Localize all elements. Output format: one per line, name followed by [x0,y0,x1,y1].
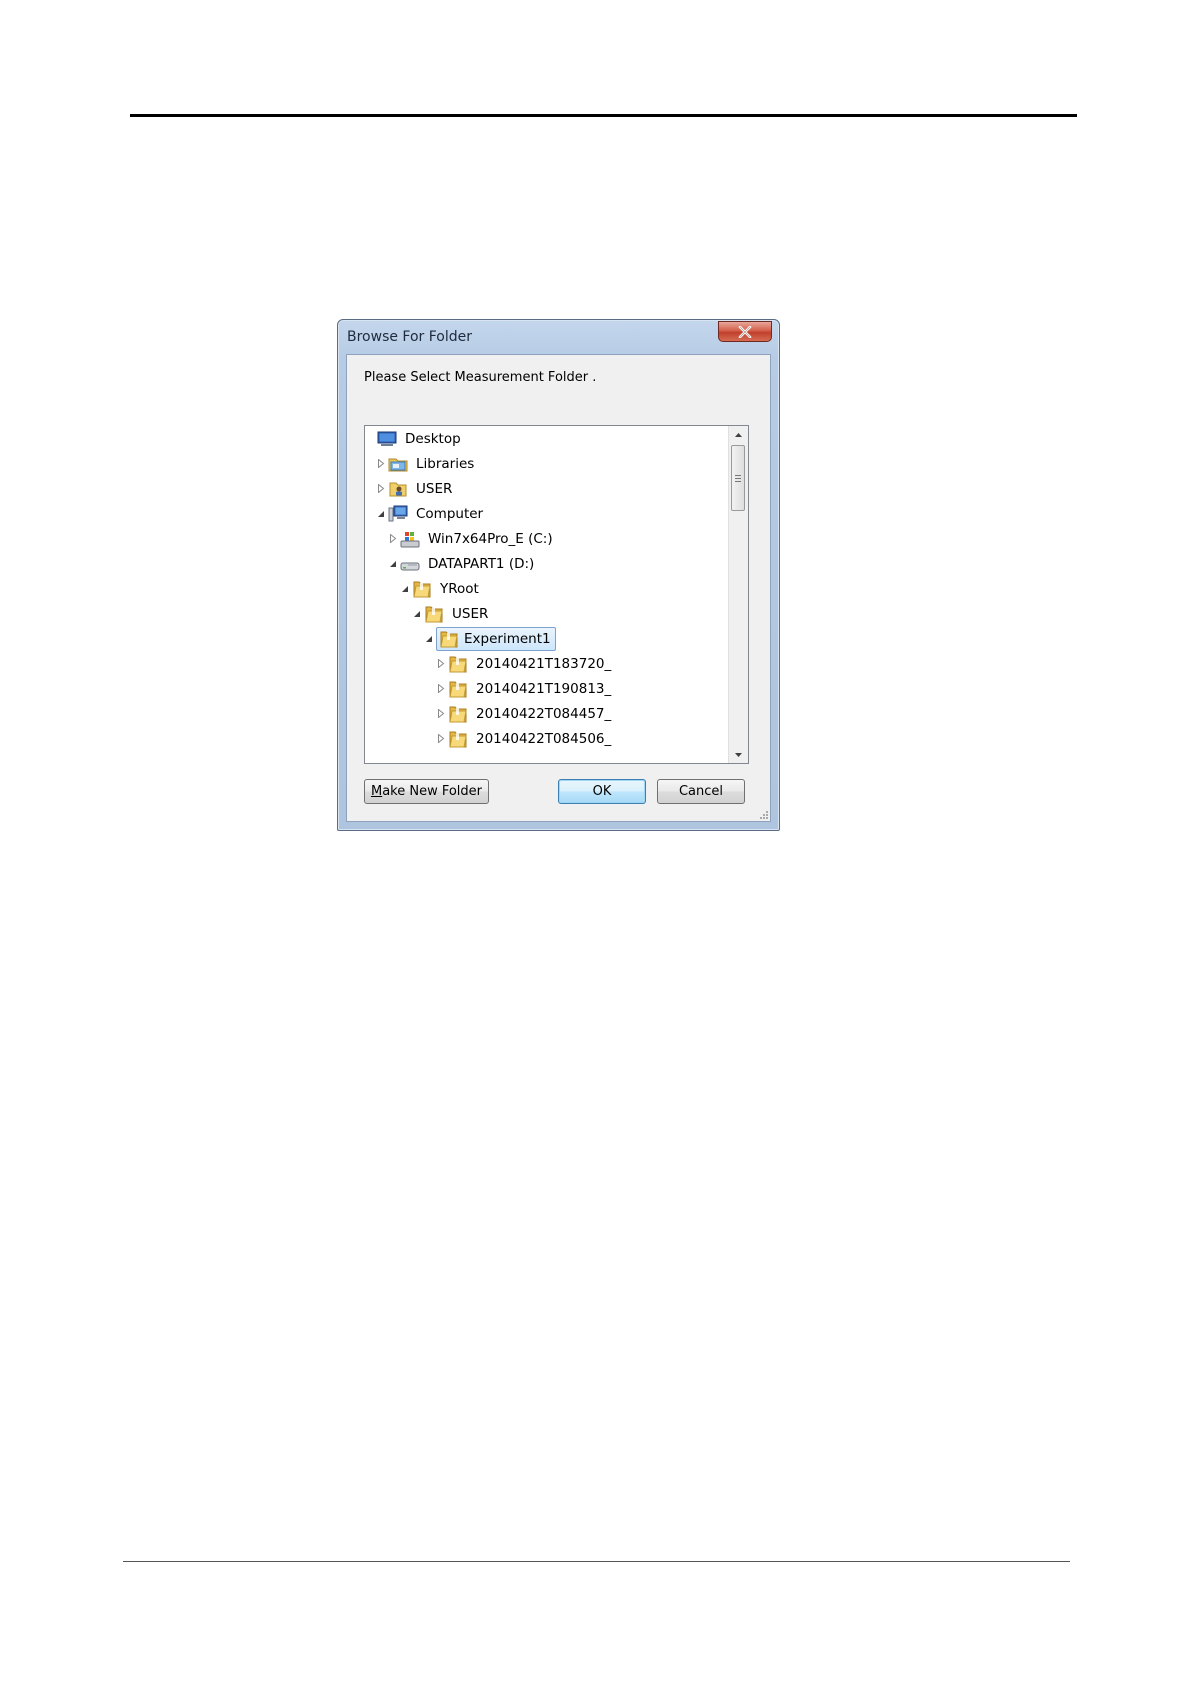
tree-node-label: USER [452,605,489,622]
close-button[interactable] [718,321,772,342]
tree-node-content[interactable]: 20140421T190813_ [448,679,614,699]
tree-node-label: 20140422T084506_ [476,730,612,747]
tree-node-label: 20140422T084457_ [476,705,612,722]
mnemonic-letter: M [370,784,383,799]
arrow-down-icon [735,752,742,757]
tree-node-content[interactable]: Win7x64Pro_E (C:) [400,529,556,549]
tree-node-label: Experiment1 [464,630,551,647]
system-drive-icon [400,531,420,547]
expanded-arrow-icon[interactable] [387,558,399,570]
expanded-arrow-icon[interactable] [411,608,423,620]
computer-icon [388,505,408,521]
tree-node-label: Win7x64Pro_E (C:) [428,530,553,547]
collapsed-arrow-icon[interactable] [435,683,447,695]
browse-for-folder-dialog: Browse For Folder Please Select Measurem… [337,319,780,831]
tree-node-content[interactable]: 20140422T084457_ [448,704,614,724]
tree-node[interactable]: 20140422T084457_ [435,701,614,726]
footer-rule [123,1561,1070,1562]
collapsed-arrow-icon[interactable] [435,733,447,745]
tree-node[interactable]: YRoot [399,576,482,601]
close-icon [738,325,752,338]
tree-node[interactable]: 20140421T183720_ [435,651,614,676]
folder-icon [449,706,467,722]
tree-node[interactable]: Computer [375,501,486,526]
dialog-title: Browse For Folder [347,329,473,345]
desktop-icon [377,431,397,446]
ok-button[interactable]: OK [558,779,646,804]
tree-node-content[interactable]: Libraries [388,454,477,474]
tree-node-selected[interactable]: Experiment1 [423,626,556,651]
tree-node[interactable]: Libraries [375,451,477,476]
tree-node-content[interactable]: 20140422T084506_ [448,729,614,749]
expanded-arrow-icon[interactable] [399,583,411,595]
thumb-grip-icon [735,475,741,484]
tree-node-label: Libraries [416,455,475,472]
tree-node-content[interactable]: Experiment1 [436,626,556,651]
header-rule [130,114,1077,117]
tree-node-content[interactable]: USER [424,604,491,624]
tree-node-label: YRoot [440,580,479,597]
collapsed-arrow-icon[interactable] [435,658,447,670]
folder-icon [449,656,467,672]
collapsed-arrow-icon[interactable] [375,458,387,470]
collapsed-arrow-icon[interactable] [375,483,387,495]
tree-node[interactable]: Desktop [377,426,464,451]
tree-node-content[interactable]: YRoot [412,579,482,599]
arrow-up-icon [735,432,742,437]
make-new-folder-button[interactable]: Make New Folder [364,779,489,804]
tree-node[interactable]: Win7x64Pro_E (C:) [387,526,556,551]
folder-icon [413,581,431,597]
tree-node-label: 20140421T190813_ [476,680,612,697]
folder-icon [449,731,467,747]
tree-node[interactable]: DATAPART1 (D:) [387,551,537,576]
libraries-icon [388,458,408,471]
make-new-folder-label: ake New Folder [382,784,483,799]
drive-icon [400,562,420,570]
tree-node[interactable]: USER [411,601,491,626]
scroll-up-button[interactable] [729,426,748,443]
tree-node-label: Desktop [405,430,461,447]
tree-node-content[interactable]: 20140421T183720_ [448,654,614,674]
tree-node[interactable]: 20140421T190813_ [435,676,614,701]
ok-label: OK [592,784,612,799]
scroll-down-button[interactable] [729,746,748,763]
tree-node-content[interactable]: DATAPART1 (D:) [400,554,537,574]
tree-node-content[interactable]: USER [388,479,455,499]
tree-node-label: USER [416,480,453,497]
folder-tree[interactable]: Desktop Libraries USER Computer Win7x64Pro_E… [364,425,749,764]
folder-icon [449,681,467,697]
dialog-titlebar[interactable]: Browse For Folder [338,320,779,354]
user-folder-icon [389,482,407,496]
tree-node[interactable]: 20140422T084506_ [435,726,614,751]
collapsed-arrow-icon[interactable] [435,708,447,720]
tree-node-label: 20140421T183720_ [476,655,612,672]
dialog-body: Please Select Measurement Folder . Deskt… [346,354,771,822]
tree-node[interactable]: USER [375,476,455,501]
tree-node-content[interactable]: Desktop [377,429,464,449]
folder-icon [425,606,443,622]
collapsed-arrow-icon[interactable] [387,533,399,545]
tree-node-label: DATAPART1 (D:) [428,555,535,572]
tree-node-content[interactable]: Computer [388,504,486,524]
dialog-prompt: Please Select Measurement Folder . [364,370,597,385]
folder-icon [440,631,458,647]
cancel-label: Cancel [678,784,724,799]
expanded-arrow-icon[interactable] [375,508,387,520]
expanded-arrow-icon[interactable] [423,633,435,645]
vertical-scrollbar[interactable] [728,426,748,763]
tree-node-label: Computer [416,505,484,522]
cancel-button[interactable]: Cancel [657,779,745,804]
scroll-thumb[interactable] [731,445,745,511]
resize-grip-icon[interactable] [758,809,768,819]
